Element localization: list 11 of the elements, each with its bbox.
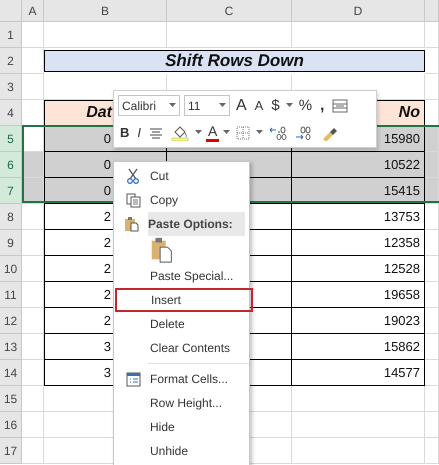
table-cell: 15862 <box>292 334 425 360</box>
table-cell: 14577 <box>292 360 425 386</box>
title-cell: Shift Rows Down <box>44 50 425 72</box>
table-cell: 19023 <box>292 308 425 334</box>
table-cell: 13753 <box>292 204 425 230</box>
menu-section-header: Paste Options: <box>148 212 245 236</box>
table-cell: 19658 <box>292 282 425 308</box>
table-cell: 12528 <box>292 256 425 282</box>
table-cell: 10522 <box>292 152 425 178</box>
table-cell: 12358 <box>292 230 425 256</box>
table-cell: 15415 <box>292 178 425 204</box>
